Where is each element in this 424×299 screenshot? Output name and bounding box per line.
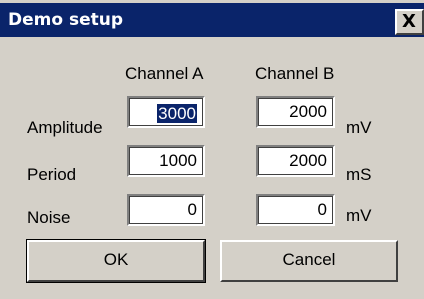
amplitude-channel-a-value: 3000 xyxy=(157,104,197,123)
row-label-period: Period xyxy=(27,165,77,184)
cancel-button[interactable]: Cancel xyxy=(220,240,398,282)
period-channel-a-input[interactable]: 1000 xyxy=(127,145,205,177)
amplitude-channel-a-input[interactable]: 3000 xyxy=(127,96,205,128)
column-header-channel-b: Channel B xyxy=(255,64,335,83)
demo-setup-dialog: Demo setup X Channel A Channel B Amplitu… xyxy=(0,0,424,299)
row-label-amplitude: Amplitude xyxy=(27,118,103,137)
amplitude-channel-b-input[interactable]: 2000 xyxy=(256,96,335,128)
title-bar[interactable]: Demo setup X xyxy=(0,3,424,37)
noise-channel-b-input[interactable]: 0 xyxy=(256,194,335,226)
row-unit-noise: mV xyxy=(346,206,372,225)
column-header-channel-a: Channel A xyxy=(125,64,204,83)
row-unit-amplitude: mV xyxy=(346,118,372,137)
period-channel-b-input[interactable]: 2000 xyxy=(256,145,335,177)
row-unit-period: mS xyxy=(346,165,372,184)
close-icon: X xyxy=(402,11,416,32)
ok-button[interactable]: OK xyxy=(26,239,206,283)
noise-channel-a-input[interactable]: 0 xyxy=(127,194,205,226)
row-label-noise: Noise xyxy=(27,208,71,227)
window-title: Demo setup xyxy=(8,10,123,30)
close-button[interactable]: X xyxy=(395,9,424,35)
